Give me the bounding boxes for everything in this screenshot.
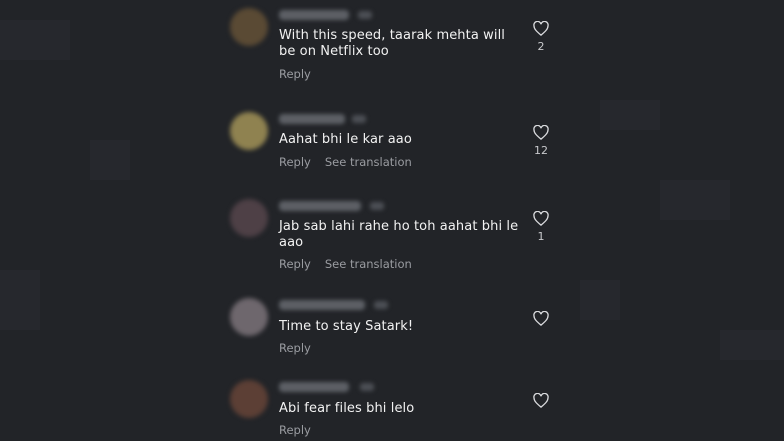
background-texture <box>600 100 660 130</box>
like-control: 2 <box>530 21 552 53</box>
comment-actions: Reply <box>279 67 311 81</box>
comment-text: Time to stay Satark! <box>279 319 414 334</box>
comment-actions: Reply See translation <box>279 155 412 169</box>
avatar[interactable] <box>230 112 268 150</box>
see-translation-button[interactable]: See translation <box>325 155 412 169</box>
timestamp <box>358 11 372 19</box>
timestamp <box>360 383 374 391</box>
username[interactable] <box>279 114 345 124</box>
username[interactable] <box>279 201 361 211</box>
like-control: 1 <box>530 211 552 243</box>
comment-actions: Reply <box>279 423 311 437</box>
background-texture <box>0 270 40 330</box>
timestamp <box>352 115 366 123</box>
heart-outline-icon[interactable] <box>533 21 549 36</box>
comments-screen: With this speed, taarak mehta will be on… <box>0 0 784 441</box>
reply-button[interactable]: Reply <box>279 423 311 437</box>
username[interactable] <box>279 382 349 392</box>
reply-button[interactable]: Reply <box>279 257 311 271</box>
like-control <box>530 311 552 330</box>
username[interactable] <box>279 300 365 310</box>
like-count: 2 <box>537 40 545 53</box>
avatar[interactable] <box>230 8 268 46</box>
background-texture <box>0 20 70 60</box>
background-texture <box>90 140 130 180</box>
background-texture <box>720 330 784 360</box>
like-control <box>530 393 552 412</box>
like-count: 12 <box>534 144 548 157</box>
reply-button[interactable]: Reply <box>279 341 311 355</box>
avatar[interactable] <box>230 380 268 418</box>
reply-button[interactable]: Reply <box>279 67 311 81</box>
timestamp <box>374 301 388 309</box>
heart-outline-icon[interactable] <box>533 125 549 140</box>
comment-actions: Reply See translation <box>279 257 412 271</box>
timestamp <box>370 202 384 210</box>
reply-button[interactable]: Reply <box>279 155 311 169</box>
like-control: 12 <box>530 125 552 157</box>
heart-outline-icon[interactable] <box>533 211 549 226</box>
comment-text: Abi fear files bhi lelo <box>279 401 415 416</box>
comment-actions: Reply <box>279 341 311 355</box>
avatar[interactable] <box>230 199 268 237</box>
like-count: 1 <box>537 230 545 243</box>
comment-text: Jab sab lahi rahe ho toh aahat bhi le aa… <box>279 219 519 250</box>
username[interactable] <box>279 10 349 20</box>
background-texture <box>660 180 730 220</box>
comment-text: With this speed, taarak mehta will be on… <box>279 28 506 59</box>
heart-outline-icon[interactable] <box>533 311 549 326</box>
comment-text: Aahat bhi le kar aao <box>279 132 412 147</box>
heart-outline-icon[interactable] <box>533 393 549 408</box>
see-translation-button[interactable]: See translation <box>325 257 412 271</box>
avatar[interactable] <box>230 298 268 336</box>
background-texture <box>580 280 620 320</box>
